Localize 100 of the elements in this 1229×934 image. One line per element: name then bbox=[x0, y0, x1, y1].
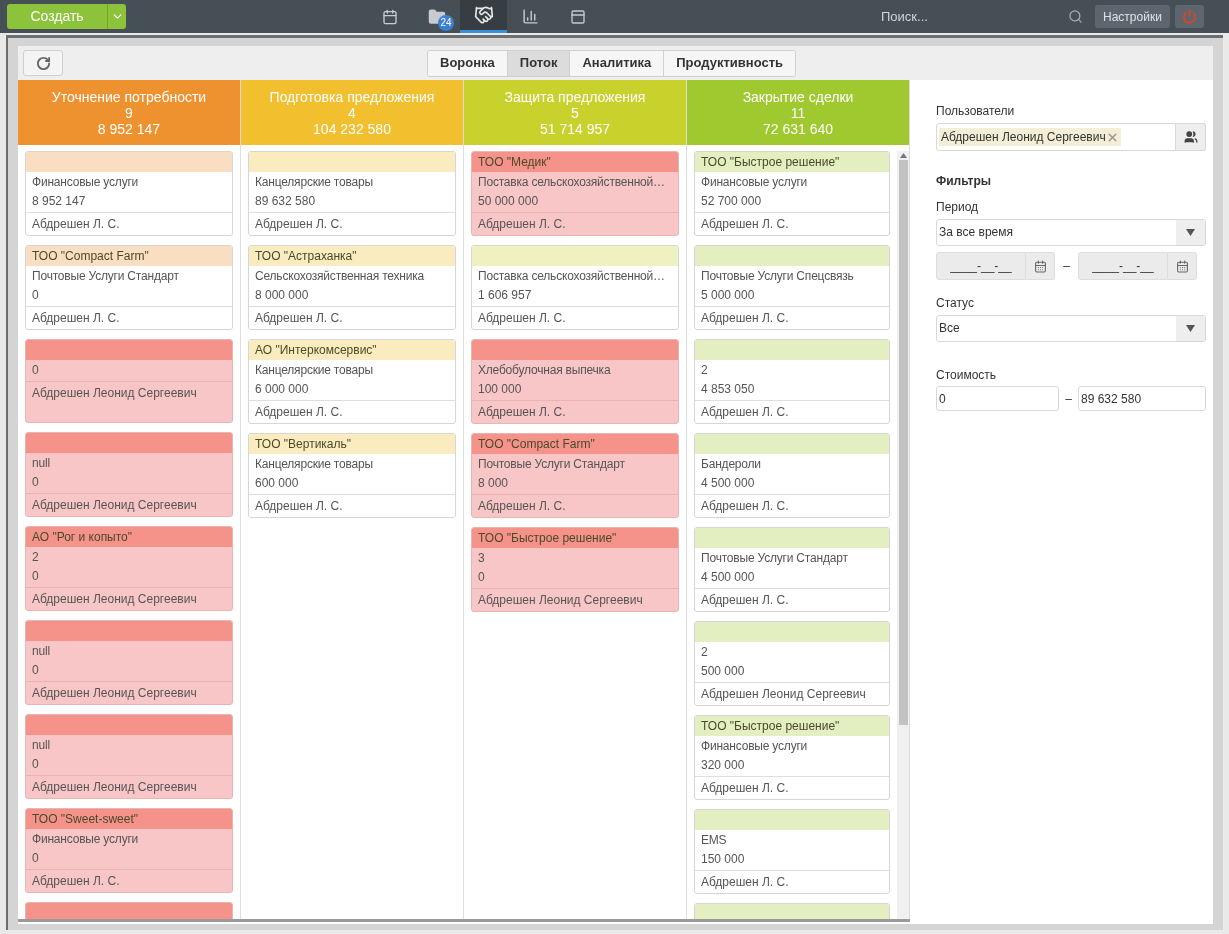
product-name: 2 bbox=[32, 549, 40, 566]
view-tab[interactable]: Поток bbox=[506, 50, 570, 76]
deal-card[interactable]: ТОО "Астраханка" Сельскохозяйственная техника 8 000 000 Абдрешен Л. С. bbox=[248, 245, 456, 330]
status-select[interactable]: Все bbox=[936, 315, 1206, 342]
deal-amount: 0 bbox=[32, 362, 40, 379]
deal-card[interactable]: Хлебобулочная выпечка 100 000 Абдрешен Л. С. bbox=[471, 339, 679, 424]
author-name: Абдрешен Л. С. bbox=[255, 217, 343, 231]
deal-amount: 0 bbox=[32, 850, 40, 867]
product-name: EMS bbox=[701, 832, 728, 849]
stage-title: Уточнение потребности bbox=[51, 88, 207, 105]
product-name: Почтовые Услуги Стандарт bbox=[32, 268, 180, 285]
author-name: Абдрешен Леонид Сергеевич bbox=[701, 687, 866, 701]
author-name: Абдрешен Л. С. bbox=[255, 499, 343, 513]
company-name: ТОО "Compact Farm" bbox=[32, 249, 149, 263]
author-name: Абдрешен Л. С. bbox=[255, 405, 343, 419]
author-name: Абдрешен Л. С. bbox=[478, 405, 566, 419]
deal-amount: 6 000 000 bbox=[255, 381, 310, 398]
product-name: Финансовые услуги bbox=[32, 831, 140, 848]
deal-card[interactable]: EMS 150 000 Абдрешен Л. С. bbox=[694, 809, 890, 894]
company-name: ТОО "Compact Farm" bbox=[478, 437, 595, 451]
author-name: Абдрешен Л. С. bbox=[478, 217, 566, 231]
deal-card[interactable]: null 0 Абдрешен Леонид Сергеевич bbox=[25, 714, 233, 799]
deal-amount: 150 000 bbox=[701, 851, 746, 868]
deal-card[interactable]: Почтовые Услуги Стандарт 4 500 000 Абдрешен Л. С. bbox=[694, 527, 890, 612]
deal-amount: 0 bbox=[32, 756, 40, 773]
settings-button[interactable]: Настройки bbox=[1095, 5, 1170, 28]
author-name: Абдрешен Л. С. bbox=[701, 311, 789, 325]
deal-card[interactable]: Бандероли 4 500 000 Абдрешен Л. С. bbox=[694, 433, 890, 518]
count-badge: 24 bbox=[438, 15, 454, 31]
users-field[interactable]: Абдрешен Леонид Сергеевич bbox=[936, 123, 1176, 151]
product-name: Финансовые услуги bbox=[701, 174, 809, 191]
author-name: Абдрешен Л. С. bbox=[478, 499, 566, 513]
select-value: Все bbox=[938, 320, 961, 337]
product-name: Бандероли bbox=[701, 456, 762, 473]
deal-amount: 600 000 bbox=[255, 475, 300, 492]
product-name: Поставка сельскохозяйственной… bbox=[478, 174, 666, 191]
deal-card[interactable]: ТОО "Медик" Поставка сельскохозяйственной… 50 000 000 Абдрешен Л. С. bbox=[471, 151, 679, 236]
product-name: 3 bbox=[478, 550, 486, 567]
deal-card[interactable]: ТОО "Вертикаль" Канцелярские товары 600 000 Абдрешен Л. С. bbox=[248, 433, 456, 518]
stage-title: Подготовка предложения bbox=[269, 88, 435, 105]
deal-amount: 8 000 000 bbox=[255, 287, 310, 304]
author-name: Абдрешен Л. С. bbox=[701, 593, 789, 607]
deal-card[interactable]: 2 500 000 Абдрешен Леонид Сергеевич bbox=[694, 621, 890, 706]
company-name: ТОО "Быстрое решение" bbox=[701, 155, 840, 169]
product-name: Почтовые Услуги Стандарт bbox=[478, 456, 626, 473]
deal-amount: 8 952 147 bbox=[32, 193, 87, 210]
cost-to-field[interactable]: 89 632 580 bbox=[1078, 386, 1206, 411]
date-field[interactable]: ____-__-__ bbox=[1078, 252, 1168, 280]
product-name: Канцелярские товары bbox=[255, 174, 374, 191]
view-tab[interactable]: Аналитика bbox=[569, 50, 664, 76]
author-name: Абдрешен Леонид Сергеевич bbox=[32, 686, 197, 700]
view-tab[interactable]: Воронка bbox=[428, 50, 507, 76]
stage-count: 5 bbox=[571, 104, 579, 121]
deal-card[interactable]: ТОО "Быстрое решение" Финансовые услуги 320 000 Абдрешен Л. С. bbox=[694, 715, 890, 800]
author-name: Абдрешен Л. С. bbox=[701, 499, 789, 513]
product-name: Финансовые услуги bbox=[32, 174, 140, 191]
deal-amount: 8 000 bbox=[478, 475, 510, 492]
deal-card[interactable]: АО "Интеркомсервис" Канцелярские товары 6 000 000 Абдрешен Л. С. bbox=[248, 339, 456, 424]
deal-card[interactable]: 2 4 853 050 Абдрешен Л. С. bbox=[694, 339, 890, 424]
deal-card[interactable]: Поставка сельскохозяйственной… 1 606 957 Абдрешен Л. С. bbox=[471, 245, 679, 330]
author-name: Абдрешен Леонид Сергеевич bbox=[32, 592, 197, 606]
stage-title: Закрытие сделки bbox=[742, 88, 854, 105]
product-name: null bbox=[32, 737, 51, 754]
deal-card[interactable]: ТОО "Sweet-sweet" Финансовые услуги 0 Абдрешен Л. С. bbox=[25, 808, 233, 893]
company-name: АО "Рог и копыто" bbox=[32, 530, 133, 544]
author-name: Абдрешен Л. С. bbox=[32, 874, 120, 888]
deal-amount: 0 bbox=[32, 662, 40, 679]
deal-card[interactable]: АО "Рог и копыто" 2 0 Абдрешен Леонид Сергеевич bbox=[25, 526, 233, 611]
date-field[interactable]: ____-__-__ bbox=[936, 252, 1026, 280]
deal-card[interactable]: ТОО "Быстрое решение" Финансовые услуги 52 700 000 Абдрешен Л. С. bbox=[694, 151, 890, 236]
product-name: Почтовые Услуги Стандарт bbox=[701, 550, 849, 567]
field-label: Пользователи bbox=[936, 103, 1016, 120]
deal-card[interactable]: Почтовые Услуги Спецсвязь 5 000 000 Абдрешен Л. С. bbox=[694, 245, 890, 330]
deal-amount: 0 bbox=[478, 569, 486, 586]
deal-card[interactable]: ТОО "Compact Farm" Почтовые Услуги Стандарт 0 Абдрешен Л. С. bbox=[25, 245, 233, 330]
nav-button[interactable]: 24 bbox=[413, 0, 460, 33]
author-name: Абдрешен Л. С. bbox=[701, 217, 789, 231]
author-name: Абдрешен Леонид Сергеевич bbox=[478, 593, 643, 607]
select-value: За все время bbox=[938, 224, 1014, 241]
company-name: ТОО "Медик" bbox=[478, 155, 551, 169]
deal-card[interactable]: null 0 Абдрешен Леонид Сергеевич bbox=[25, 620, 233, 705]
author-name: Абдрешен Л. С. bbox=[701, 781, 789, 795]
deal-card[interactable]: 0 Абдрешен Леонид Сергеевич bbox=[25, 339, 233, 423]
stage-total: 72 631 640 bbox=[762, 120, 834, 137]
deal-card[interactable]: Финансовые услуги 8 952 147 Абдрешен Л. С. bbox=[25, 151, 233, 236]
deal-amount: 5 000 000 bbox=[701, 287, 756, 304]
company-name: ТОО "Быстрое решение" bbox=[701, 719, 840, 733]
view-tab[interactable]: Продуктивность bbox=[663, 50, 795, 76]
deal-amount: 89 632 580 bbox=[255, 193, 317, 210]
period-select[interactable]: За все время bbox=[936, 219, 1206, 246]
search-field[interactable]: Поиск... bbox=[881, 6, 1061, 27]
cost-from-field[interactable]: 0 bbox=[936, 386, 1059, 411]
deal-card[interactable]: null 0 Абдрешен Леонид Сергеевич bbox=[25, 432, 233, 517]
deal-card[interactable]: ТОО "Быстрое решение" 3 0 Абдрешен Леонид Сергеевич bbox=[471, 527, 679, 612]
deal-card[interactable]: Канцелярские товары 89 632 580 Абдрешен Л. С. bbox=[248, 151, 456, 236]
product-name: Сельскохозяйственная техника bbox=[255, 268, 426, 285]
product-name: null bbox=[32, 455, 51, 472]
author-name: Абдрешен Л. С. bbox=[32, 217, 120, 231]
section-heading: Фильтры bbox=[936, 173, 993, 190]
deal-card[interactable]: ТОО "Compact Farm" Почтовые Услуги Стандарт 8 000 Абдрешен Л. С. bbox=[471, 433, 679, 518]
